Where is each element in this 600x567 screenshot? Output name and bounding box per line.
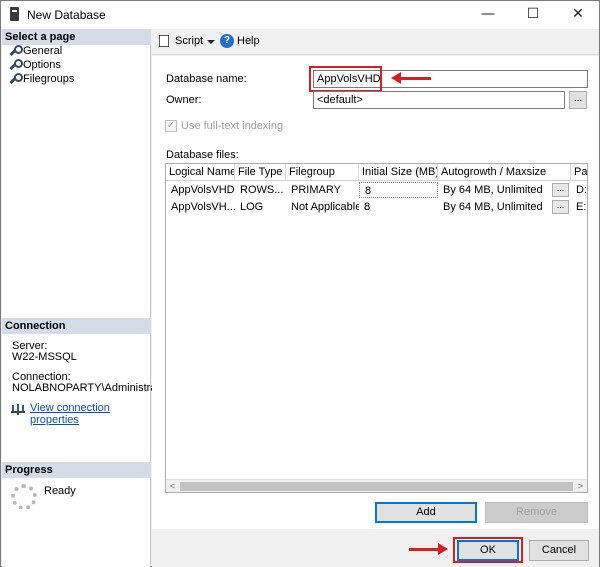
cancel-button[interactable]: Cancel [529, 540, 589, 561]
scroll-right-arrow-icon[interactable]: > [574, 480, 587, 492]
grid-header: Logical Name File Type Filegroup Initial… [166, 164, 587, 181]
view-connection-properties-link[interactable]: View connection properties [30, 402, 150, 426]
new-database-dialog: New Database — ☐ ✕ Select a page General… [0, 0, 600, 567]
database-files-label: Database files: [166, 149, 239, 161]
column-header[interactable]: Pa [571, 164, 587, 181]
table-row[interactable]: AppVolsVH... LOG Not Applicable 8 By 64 … [166, 199, 587, 215]
progress-header: Progress [2, 462, 151, 478]
column-header[interactable]: Autogrowth / Maxsize [438, 164, 571, 181]
script-button[interactable]: Script [175, 35, 203, 47]
database-name-highlight [309, 66, 382, 92]
column-header[interactable]: Filegroup [286, 164, 359, 181]
ok-button[interactable]: OK [457, 540, 519, 561]
red-arrow-icon [391, 72, 431, 84]
connection-properties-icon [11, 404, 25, 415]
logical-name-cell[interactable]: AppVolsVH... [166, 199, 235, 215]
horizontal-scrollbar[interactable]: < > [166, 479, 587, 492]
autogrowth-browse-button[interactable]: ... [552, 183, 569, 197]
filegroup-cell[interactable]: PRIMARY [286, 182, 359, 198]
remove-button[interactable]: Remove [485, 502, 588, 523]
red-arrow-icon [409, 543, 448, 555]
progress-status: Ready [44, 485, 76, 497]
logical-name-cell[interactable]: AppVolsVHD [166, 182, 235, 198]
ssms-app-icon [10, 7, 19, 21]
scroll-thumb[interactable] [180, 482, 573, 491]
wrench-icon [8, 59, 23, 70]
column-header[interactable]: File Type [235, 164, 286, 181]
page-item-label: Filegroups [23, 73, 75, 85]
add-button[interactable]: Add [375, 502, 477, 523]
scroll-left-arrow-icon[interactable]: < [166, 480, 179, 492]
database-name-label: Database name: [166, 73, 247, 85]
connection-header: Connection [2, 318, 151, 334]
table-row[interactable]: AppVolsVHD ROWS... PRIMARY 8 By 64 MB, U… [166, 182, 587, 198]
left-panel: Select a page General Options Filegroups… [2, 29, 169, 567]
autogrowth-cell: By 64 MB, Unlimited [443, 184, 543, 196]
owner-input[interactable]: <default> [313, 91, 565, 109]
fulltext-checkbox[interactable]: ✓ [165, 120, 177, 132]
help-icon: ? [220, 34, 234, 48]
file-type-cell[interactable]: ROWS... [235, 182, 286, 198]
title-bar: New Database — ☐ ✕ [1, 1, 599, 29]
page-item-options[interactable]: Options [8, 58, 61, 72]
general-page: Database name: AppVolsVHD Owner: <defaul… [152, 56, 599, 529]
owner-browse-button[interactable]: ... [569, 91, 587, 109]
owner-label: Owner: [166, 94, 202, 106]
script-dropdown-arrow-icon[interactable] [207, 40, 215, 44]
file-type-cell[interactable]: LOG [235, 199, 286, 215]
maximize-button[interactable]: ☐ [511, 1, 555, 29]
dialog-footer: OK Cancel [152, 529, 599, 567]
wrench-icon [8, 73, 23, 84]
minimize-button[interactable]: — [466, 1, 510, 29]
progress-spinner-icon [11, 484, 37, 510]
initial-size-cell[interactable]: 8 [359, 182, 438, 198]
page-item-filegroups[interactable]: Filegroups [8, 72, 74, 86]
autogrowth-browse-button[interactable]: ... [552, 200, 569, 214]
filegroup-cell[interactable]: Not Applicable [286, 199, 359, 215]
database-files-grid: Logical Name File Type Filegroup Initial… [165, 163, 588, 493]
autogrowth-cell: By 64 MB, Unlimited [443, 201, 543, 213]
toolbar: Script ? Help [152, 29, 599, 55]
page-item-label: Options [23, 59, 61, 71]
column-header[interactable]: Initial Size (MB) [359, 164, 438, 181]
fulltext-label: Use full-text indexing [181, 120, 284, 132]
select-page-header: Select a page [2, 29, 151, 45]
close-button[interactable]: ✕ [556, 1, 600, 29]
page-item-label: General [23, 45, 63, 57]
help-button[interactable]: Help [237, 35, 260, 47]
path-cell[interactable]: E: [571, 199, 587, 215]
initial-size-cell[interactable]: 8 [359, 199, 438, 215]
connection-value: NOLABNOPARTY\Administrator [12, 382, 170, 394]
column-header[interactable]: Logical Name [166, 164, 235, 181]
server-value: W22-MSSQL [12, 351, 77, 363]
page-item-general[interactable]: General [8, 44, 62, 58]
window-title: New Database [27, 8, 106, 22]
script-icon [159, 35, 169, 47]
path-cell[interactable]: D: [571, 182, 587, 198]
wrench-icon [8, 45, 23, 56]
